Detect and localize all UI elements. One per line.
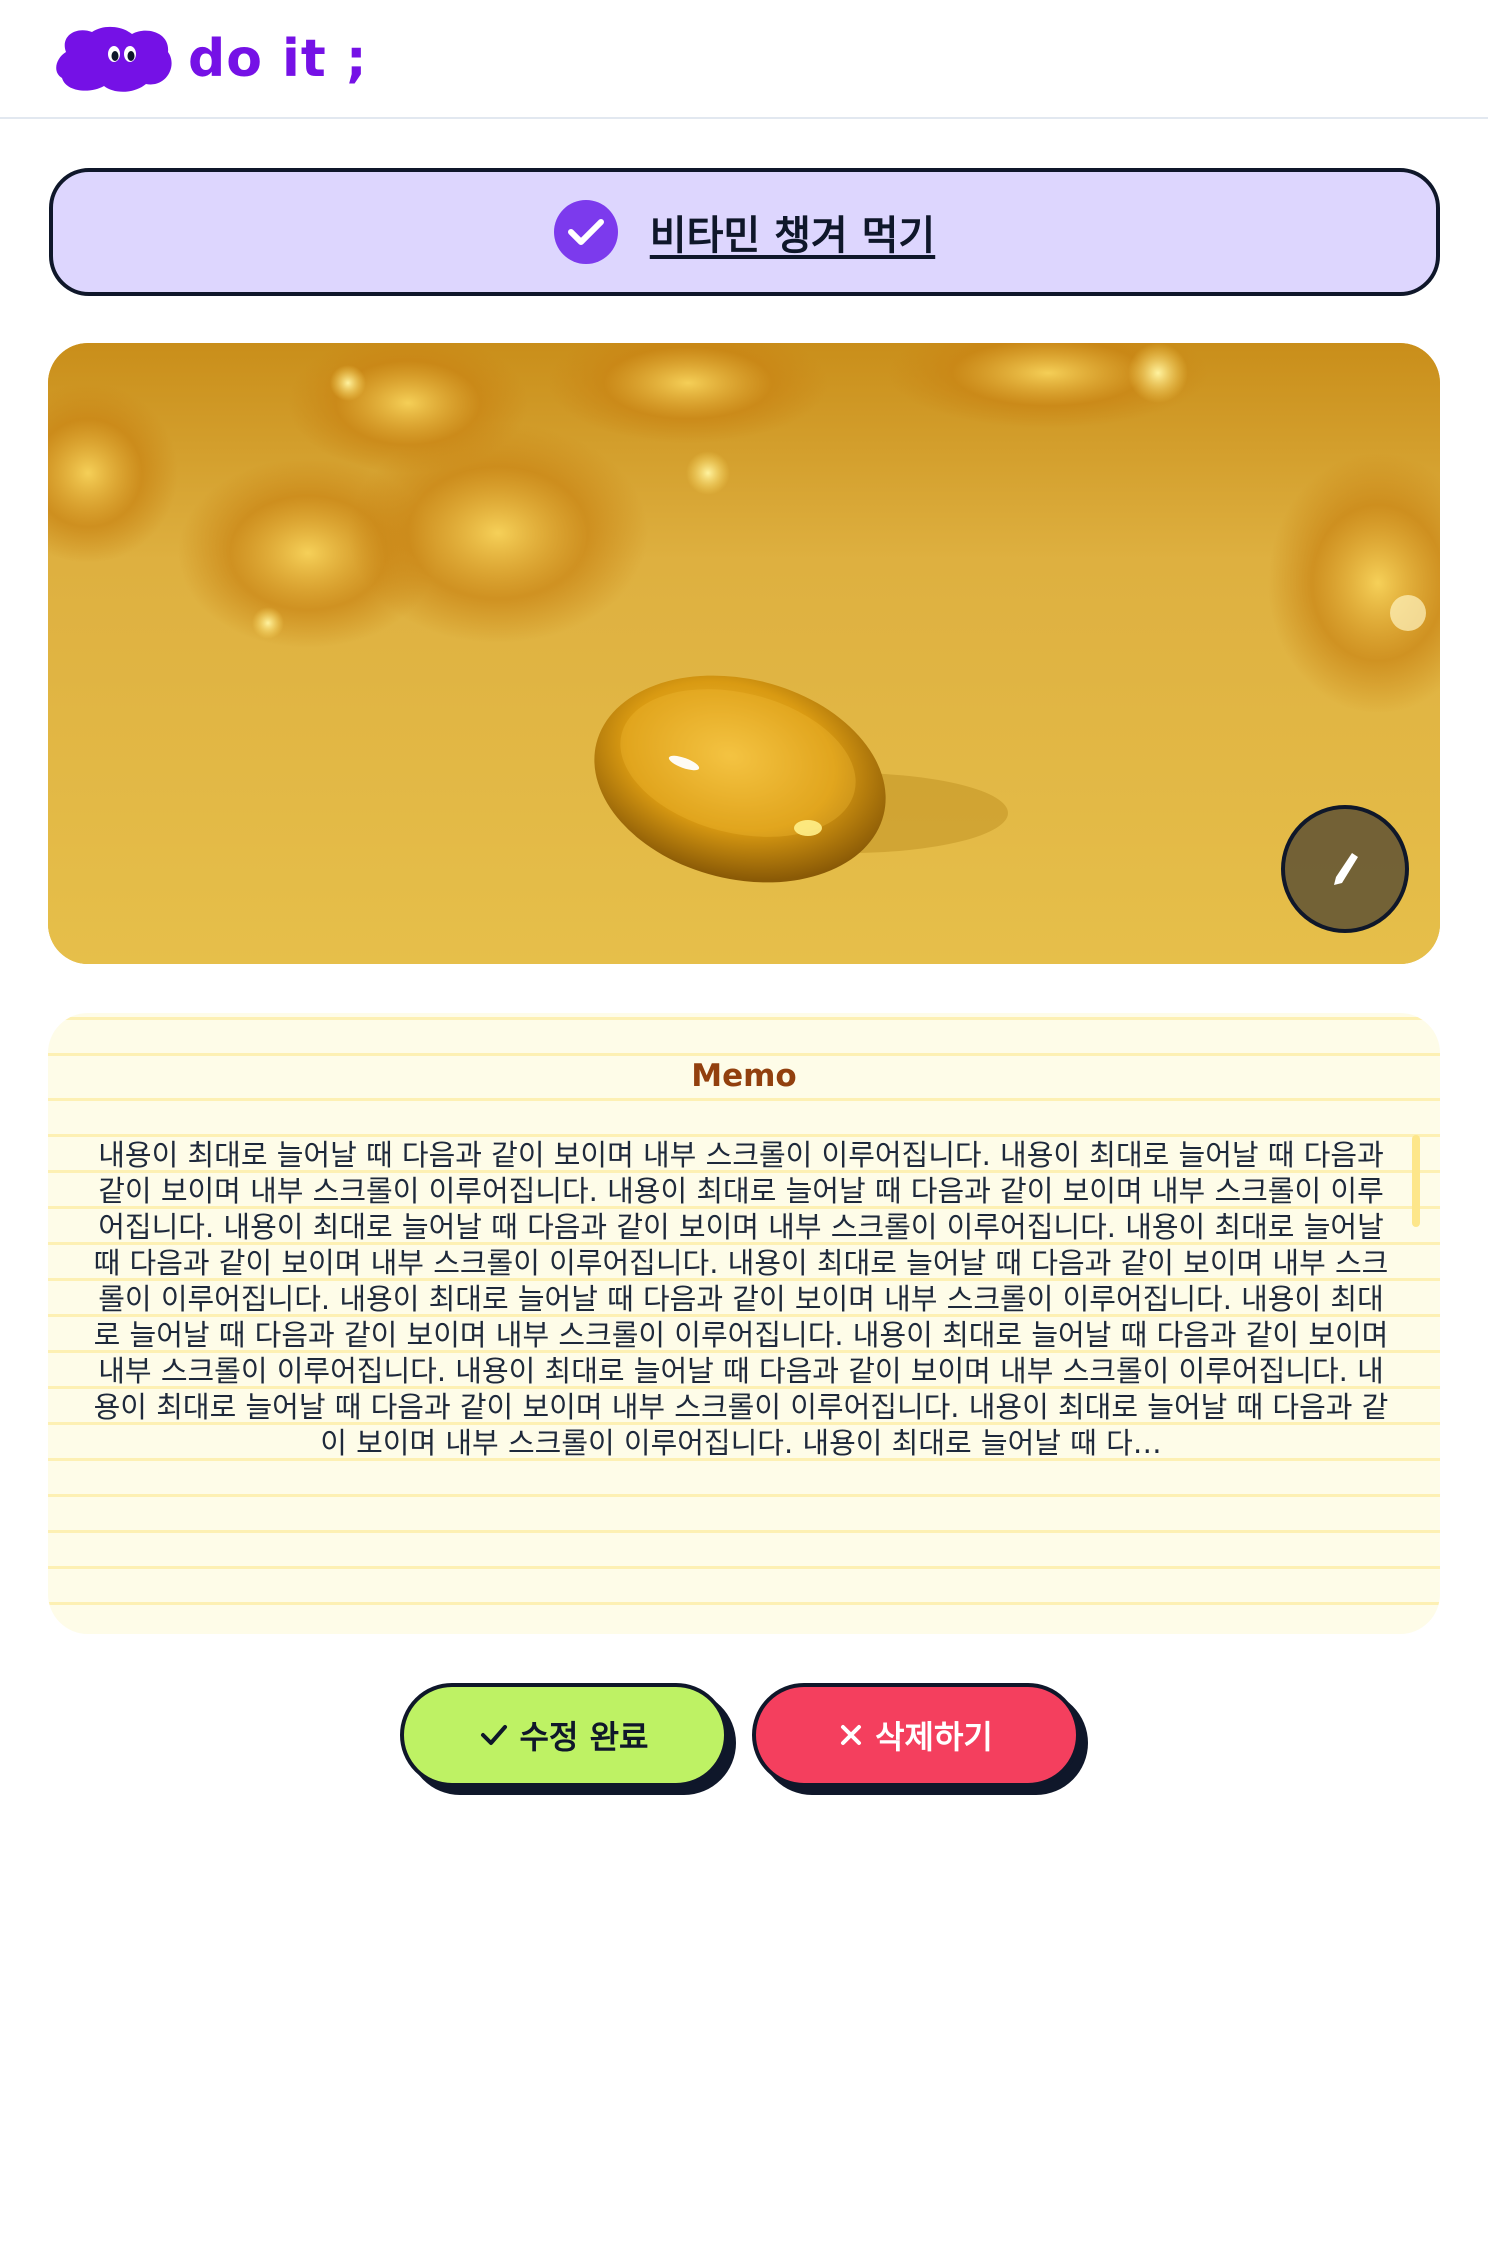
todo-title-bar: 비타민 챙겨 먹기: [49, 168, 1440, 296]
completed-checkbox[interactable]: [553, 200, 618, 264]
logo-text: do it ;: [188, 29, 368, 89]
todo-title[interactable]: 비타민 챙겨 먹기: [650, 203, 935, 261]
edit-image-button[interactable]: [1281, 805, 1409, 933]
memo-title: Memo: [691, 1058, 797, 1094]
delete-button-label: 삭제하기: [875, 1718, 993, 1756]
logo[interactable]: do it ;: [52, 22, 368, 96]
save-button[interactable]: 수정 완료: [400, 1683, 728, 1787]
save-button-label: 수정 완료: [519, 1718, 649, 1756]
memo-textarea[interactable]: 내용이 최대로 늘어날 때 다음과 같이 보이며 내부 스크롤이 이루어집니다.…: [86, 1137, 1396, 1587]
todo-image: [48, 343, 1440, 964]
vitamin-capsule-photo: [48, 343, 1440, 964]
app-header: do it ;: [0, 0, 1488, 119]
delete-button[interactable]: 삭제하기: [752, 1683, 1080, 1787]
logo-blob-icon: [56, 26, 172, 92]
memo-box: Memo 내용이 최대로 늘어날 때 다음과 같이 보이며 내부 스크롤이 이루…: [48, 1013, 1440, 1634]
check-icon: [480, 1723, 508, 1747]
memo-scrollbar[interactable]: [1412, 1135, 1420, 1227]
check-icon: [567, 219, 604, 245]
x-icon: [839, 1723, 863, 1747]
pencil-icon: [1334, 853, 1358, 885]
